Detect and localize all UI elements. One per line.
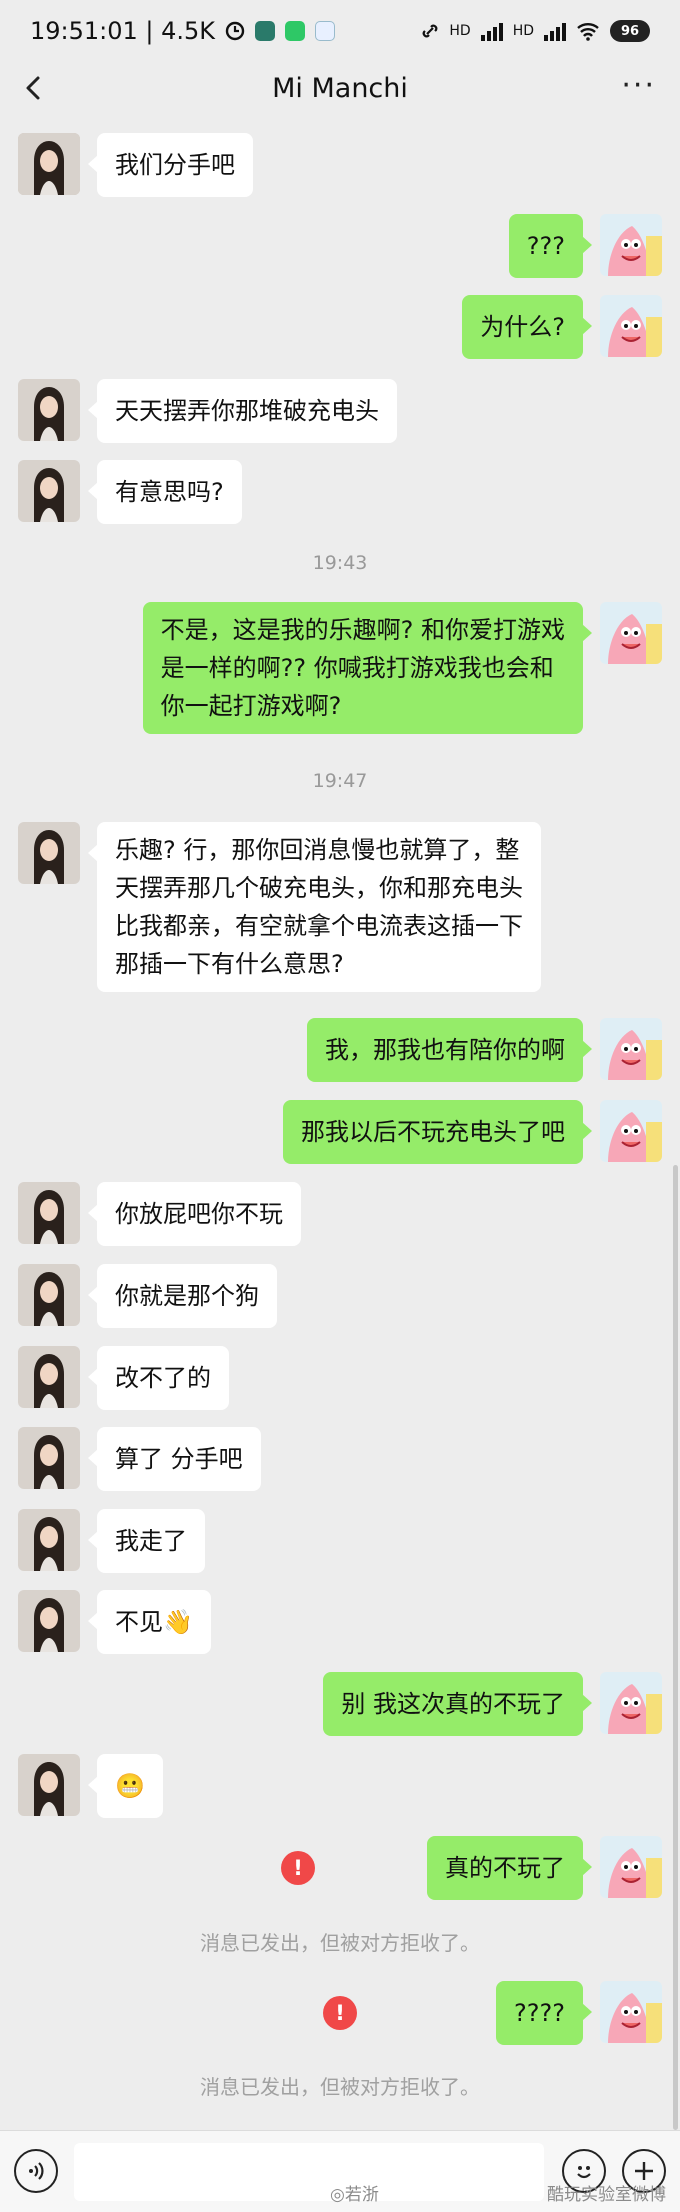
wifi-icon	[577, 23, 599, 41]
watermark-right: 酷玩实验室微博	[547, 2185, 666, 2205]
my-avatar[interactable]	[600, 1672, 662, 1734]
message-bubble-incoming[interactable]: 不见👋	[88, 1590, 211, 1654]
message-row: 天天摆弄你那堆破充电头	[0, 379, 680, 443]
chevron-left-icon[interactable]	[16, 70, 52, 106]
message-bubble-outgoing[interactable]: 为什么?	[462, 295, 592, 359]
signal-icon-2	[544, 21, 566, 41]
my-avatar[interactable]	[600, 1100, 662, 1162]
message-row: 我，那我也有陪你的啊	[0, 1018, 680, 1082]
my-avatar[interactable]	[600, 1018, 662, 1080]
message-bubble-outgoing[interactable]: 那我以后不玩充电头了吧	[283, 1100, 592, 1164]
message-line: 比我都亲，有空就拿个电流表这插一下	[115, 912, 523, 940]
message-row: 你就是那个狗	[0, 1264, 680, 1328]
message-bubble-outgoing[interactable]: ???	[508, 214, 593, 278]
message-bubble-outgoing[interactable]: 真的不玩了	[427, 1836, 592, 1900]
signal-icon	[480, 21, 503, 41]
message-line: 不是，这是我的乐趣啊? 和你爱打游戏	[160, 616, 565, 644]
message-bubble-incoming[interactable]: 天天摆弄你那堆破充电头	[88, 379, 397, 443]
my-avatar[interactable]	[600, 1836, 662, 1898]
contact-avatar[interactable]	[18, 1427, 80, 1489]
chat-header: Mi Manchi ···	[0, 62, 680, 114]
contact-avatar[interactable]	[18, 822, 80, 884]
message-bubble-incoming[interactable]: 改不了的	[88, 1346, 229, 1410]
message-row: 算了 分手吧	[0, 1427, 680, 1491]
network-label-2: HD	[512, 23, 534, 39]
message-bubble-incoming[interactable]: 我们分手吧	[88, 133, 253, 197]
chat-title: Mi Manchi	[272, 72, 408, 104]
battery-indicator: 96	[610, 20, 650, 42]
clock-icon	[225, 21, 245, 41]
message-row: 为什么?	[0, 295, 680, 359]
system-message: 消息已发出，但被对方拒收了。	[200, 2075, 480, 2099]
contact-avatar[interactable]	[18, 1346, 80, 1408]
chat-timestamp: 19:43	[312, 552, 368, 574]
message-row: ! 真的不玩了	[0, 1836, 680, 1900]
message-row: 改不了的	[0, 1346, 680, 1410]
contact-avatar[interactable]	[18, 133, 80, 195]
voice-icon[interactable]	[14, 2149, 58, 2193]
message-row: ???	[0, 214, 680, 278]
network-label-1: HD	[449, 23, 471, 39]
message-bubble-outgoing[interactable]: 不是，这是我的乐趣啊? 和你爱打游戏 是一样的啊?? 你喊我打游戏我也会和 你一…	[142, 602, 593, 734]
message-line: 乐趣? 行，那你回消息慢也就算了，整	[115, 836, 520, 864]
error-exclamation-icon[interactable]: !	[323, 1996, 357, 2030]
my-avatar[interactable]	[600, 1981, 662, 2043]
message-bubble-incoming[interactable]: 你放屁吧你不玩	[88, 1182, 301, 1246]
message-line: 是一样的啊?? 你喊我打游戏我也会和	[160, 654, 554, 682]
location-notification-icon	[315, 21, 336, 41]
wechat-notification-icon	[285, 21, 306, 41]
message-bubble-incoming[interactable]: 我走了	[88, 1509, 205, 1573]
status-right: HD HD 96	[421, 20, 650, 42]
message-bubble-incoming[interactable]: 有意思吗?	[88, 460, 242, 524]
contact-avatar[interactable]	[18, 1590, 80, 1652]
message-input[interactable]	[74, 2143, 544, 2201]
message-row: 不见👋	[0, 1590, 680, 1654]
message-row: 别 我这次真的不玩了	[0, 1672, 680, 1736]
message-row: 有意思吗?	[0, 460, 680, 524]
my-avatar[interactable]	[600, 295, 662, 357]
contact-avatar[interactable]	[18, 379, 80, 441]
chat-timestamp: 19:47	[312, 770, 368, 792]
message-row: 不是，这是我的乐趣啊? 和你爱打游戏 是一样的啊?? 你喊我打游戏我也会和 你一…	[0, 602, 680, 742]
status-left: 19:51:01 | 4.5K	[30, 17, 336, 45]
message-line: 你一起打游戏啊?	[160, 692, 342, 720]
message-bubble-outgoing[interactable]: ????	[496, 1981, 592, 2045]
message-bubble-incoming[interactable]: 乐趣? 行，那你回消息慢也就算了，整 天摆弄那几个破充电头，你和那充电头 比我都…	[88, 822, 541, 992]
message-row: 那我以后不玩充电头了吧	[0, 1100, 680, 1164]
my-avatar[interactable]	[600, 602, 662, 664]
message-bubble-outgoing[interactable]: 我，那我也有陪你的啊	[307, 1018, 592, 1082]
chat-scrollbar[interactable]	[673, 1165, 678, 2130]
message-line: 天摆弄那几个破充电头，你和那充电头	[115, 874, 523, 902]
message-bubble-incoming[interactable]: 算了 分手吧	[88, 1427, 261, 1491]
contact-avatar[interactable]	[18, 1182, 80, 1244]
message-line: 那插一下有什么意思?	[115, 950, 344, 978]
contact-avatar[interactable]	[18, 1509, 80, 1571]
system-message: 消息已发出，但被对方拒收了。	[200, 1931, 480, 1955]
message-row: 你放屁吧你不玩	[0, 1182, 680, 1246]
message-row: 乐趣? 行，那你回消息慢也就算了，整 天摆弄那几个破充电头，你和那充电头 比我都…	[0, 822, 680, 1002]
message-row: 我们分手吧	[0, 133, 680, 197]
error-exclamation-icon[interactable]: !	[281, 1851, 315, 1885]
message-bubble-outgoing[interactable]: 别 我这次真的不玩了	[323, 1672, 592, 1736]
contact-avatar[interactable]	[18, 460, 80, 522]
more-dots-icon[interactable]: ···	[621, 68, 656, 104]
app-notification-icon	[255, 21, 276, 41]
my-avatar[interactable]	[600, 214, 662, 276]
status-bar: 19:51:01 | 4.5K HD HD 96	[0, 0, 680, 62]
message-bubble-incoming[interactable]: 你就是那个狗	[88, 1264, 277, 1328]
contact-avatar[interactable]	[18, 1264, 80, 1326]
contact-avatar[interactable]	[18, 1754, 80, 1816]
watermark: ◎若浙	[330, 2185, 379, 2205]
message-bubble-incoming[interactable]: 😬	[88, 1754, 163, 1818]
message-row: ! ????	[0, 1981, 680, 2045]
message-row: 😬	[0, 1754, 680, 1818]
message-row: 我走了	[0, 1509, 680, 1573]
link-icon	[422, 24, 438, 38]
status-time-speed: 19:51:01 | 4.5K	[30, 17, 216, 45]
